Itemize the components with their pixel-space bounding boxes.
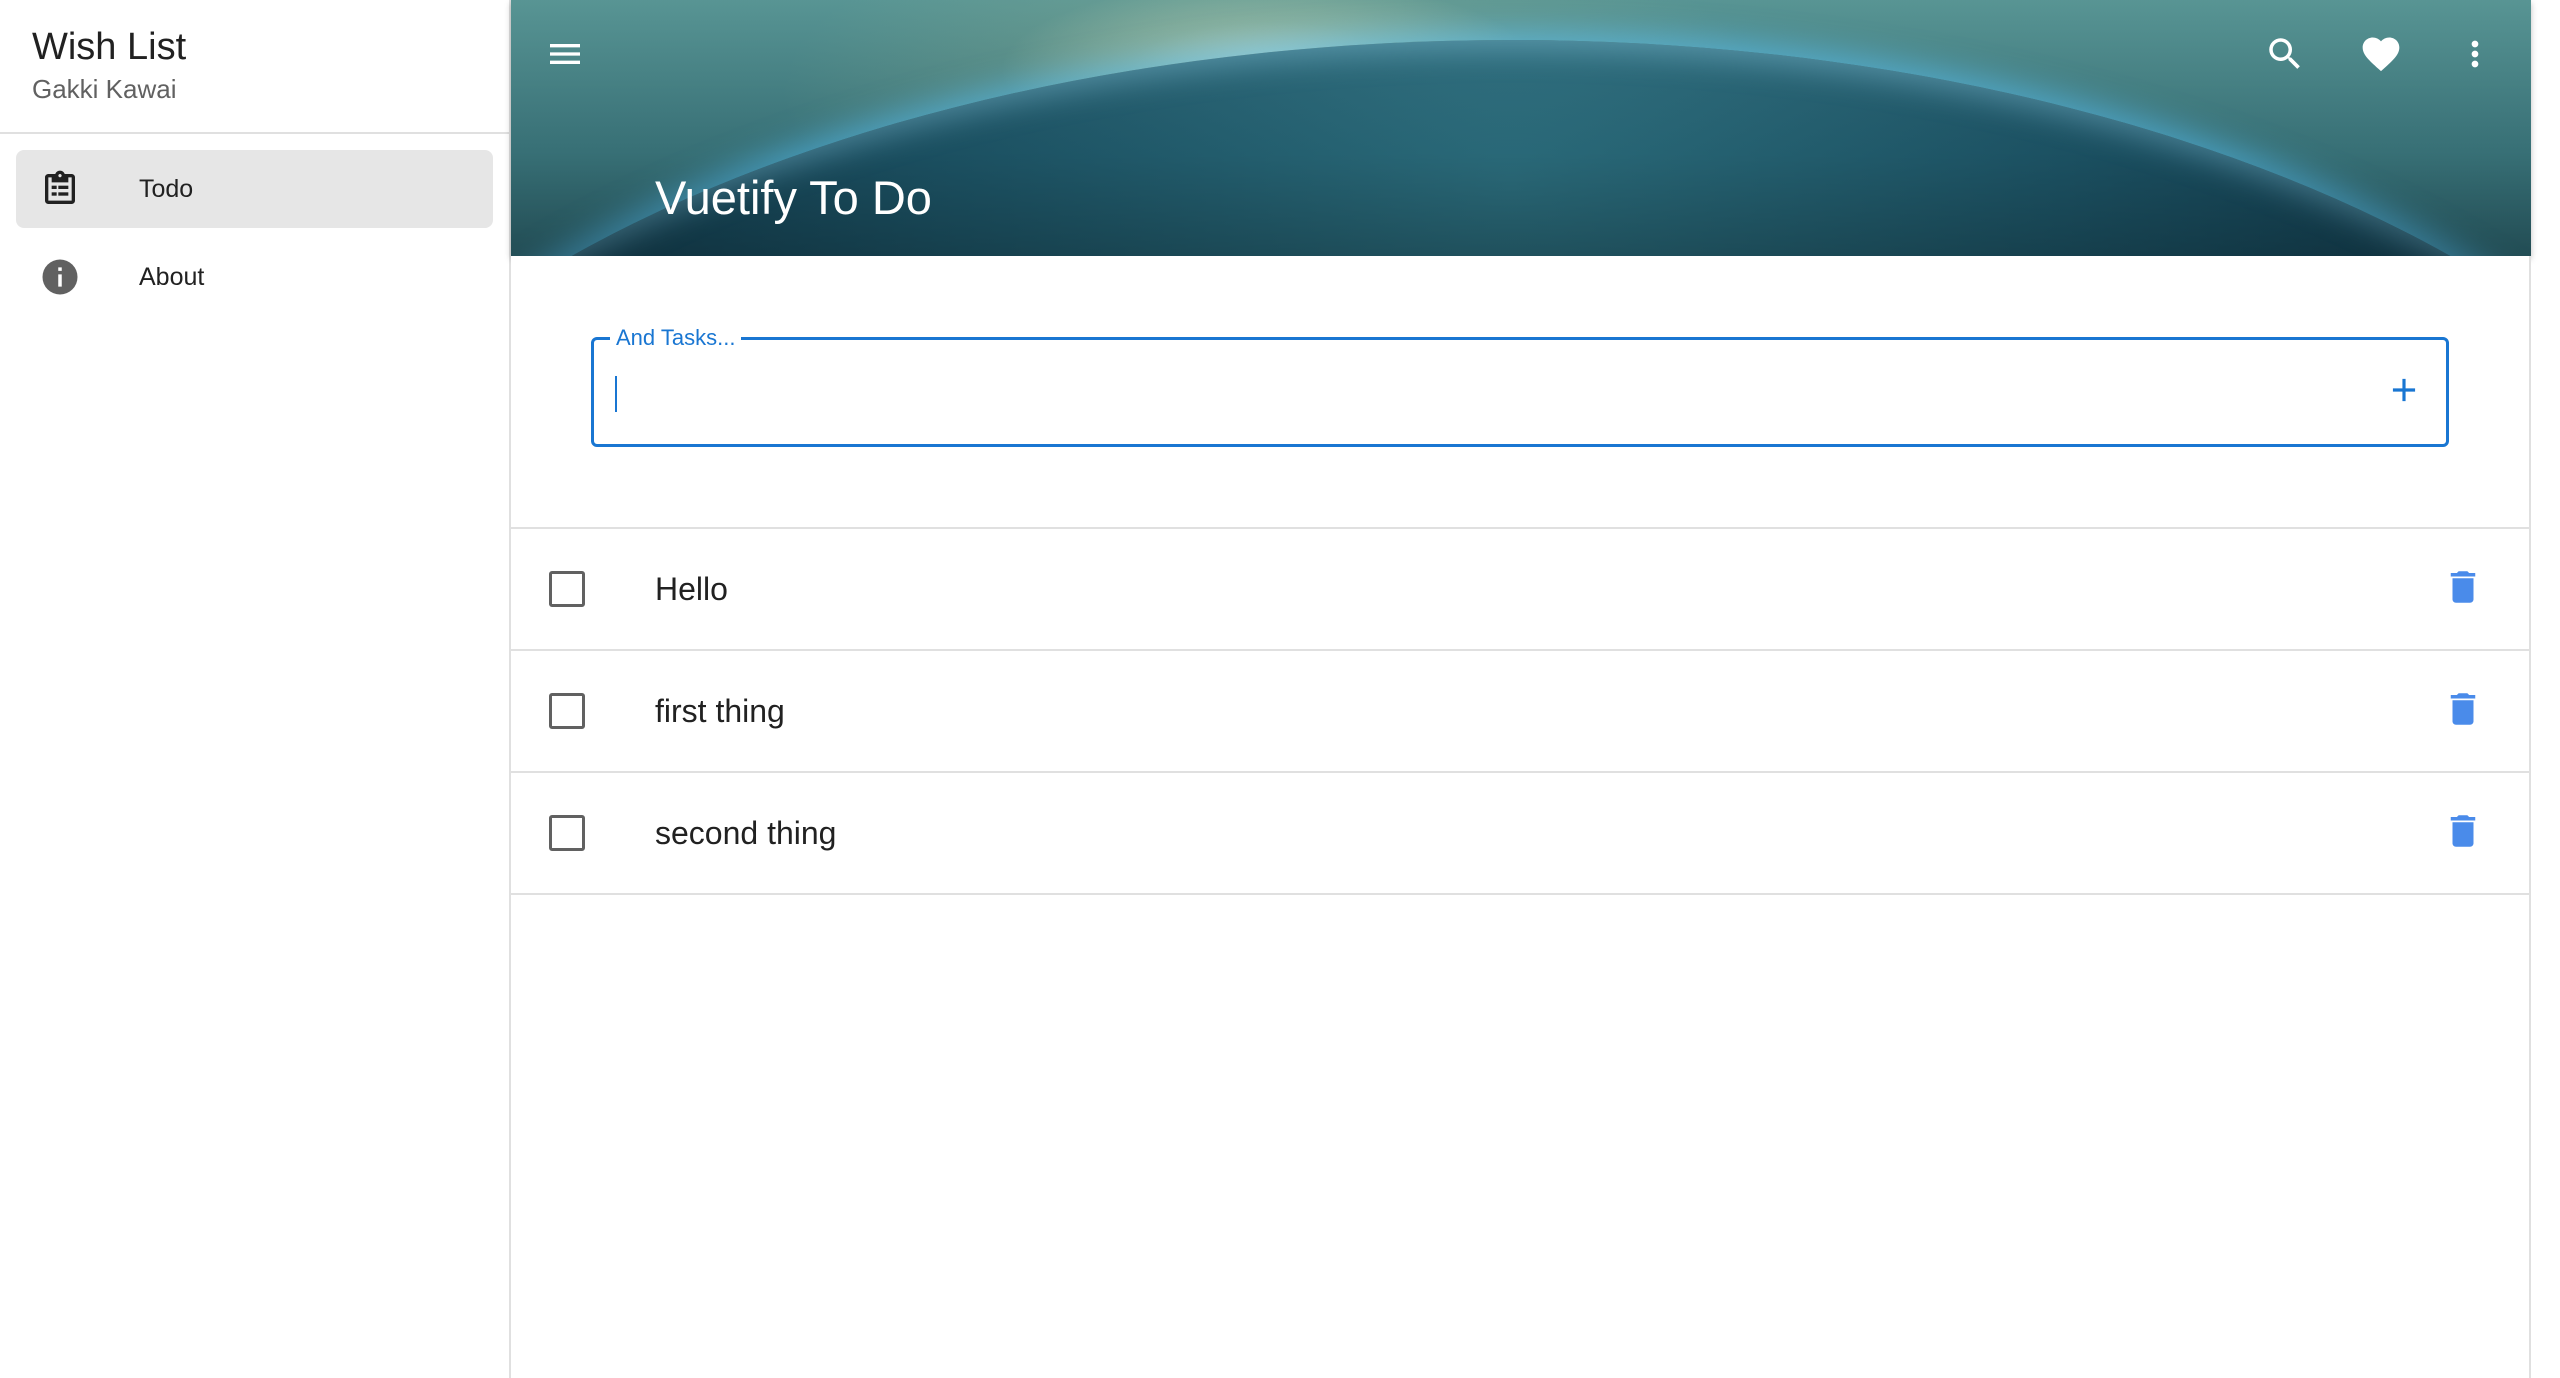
- task-checkbox[interactable]: [549, 693, 585, 729]
- info-icon: [20, 256, 100, 298]
- trash-icon: [2442, 810, 2484, 857]
- task-row[interactable]: Hello: [511, 529, 2529, 651]
- task-checkbox[interactable]: [549, 815, 585, 851]
- add-task-input[interactable]: [614, 360, 2318, 424]
- navigation-drawer: Wish List Gakki Kawai Todo About: [0, 0, 511, 1378]
- trash-icon: [2442, 688, 2484, 735]
- clipboard-list-icon: [20, 167, 100, 211]
- task-title: Hello: [655, 571, 728, 607]
- app-title: Wish List: [32, 26, 187, 68]
- nav-item-todo[interactable]: Todo: [16, 150, 493, 228]
- nav-label-about: About: [139, 262, 205, 291]
- app-root: Wish List Gakki Kawai Todo About Vuetify…: [0, 0, 2560, 1378]
- add-task-field: And Tasks...: [591, 324, 2449, 447]
- plus-icon: [2385, 371, 2423, 414]
- nav-label-todo: Todo: [139, 174, 194, 203]
- task-list: Hello first thing second thing: [511, 527, 2529, 895]
- search-button[interactable]: [2253, 24, 2317, 88]
- drawer-header: Wish List Gakki Kawai: [0, 0, 509, 134]
- more-options-button[interactable]: [2443, 24, 2507, 88]
- main-content: And Tasks... Hello first thing second th…: [511, 256, 2531, 1378]
- add-task-button[interactable]: [2384, 372, 2424, 412]
- menu-button[interactable]: [533, 24, 597, 88]
- app-bar: Vuetify To Do: [511, 0, 2531, 256]
- trash-icon: [2442, 566, 2484, 613]
- favorite-button[interactable]: [2349, 24, 2413, 88]
- task-row[interactable]: first thing: [511, 651, 2529, 773]
- user-name: Gakki Kawai: [32, 74, 177, 104]
- heart-icon: [2359, 32, 2403, 81]
- task-title: second thing: [655, 815, 837, 851]
- task-checkbox[interactable]: [549, 571, 585, 607]
- delete-task-button[interactable]: [2441, 689, 2485, 733]
- search-icon: [2264, 33, 2306, 80]
- more-vert-icon: [2455, 34, 2495, 79]
- task-row[interactable]: second thing: [511, 773, 2529, 895]
- delete-task-button[interactable]: [2441, 567, 2485, 611]
- nav-item-about[interactable]: About: [16, 238, 493, 316]
- task-title: first thing: [655, 693, 785, 729]
- drawer-nav: Todo About: [0, 134, 509, 316]
- page-title: Vuetify To Do: [655, 171, 932, 224]
- menu-icon: [545, 34, 585, 79]
- delete-task-button[interactable]: [2441, 811, 2485, 855]
- add-task-label: And Tasks...: [610, 324, 742, 352]
- text-caret: [615, 376, 617, 412]
